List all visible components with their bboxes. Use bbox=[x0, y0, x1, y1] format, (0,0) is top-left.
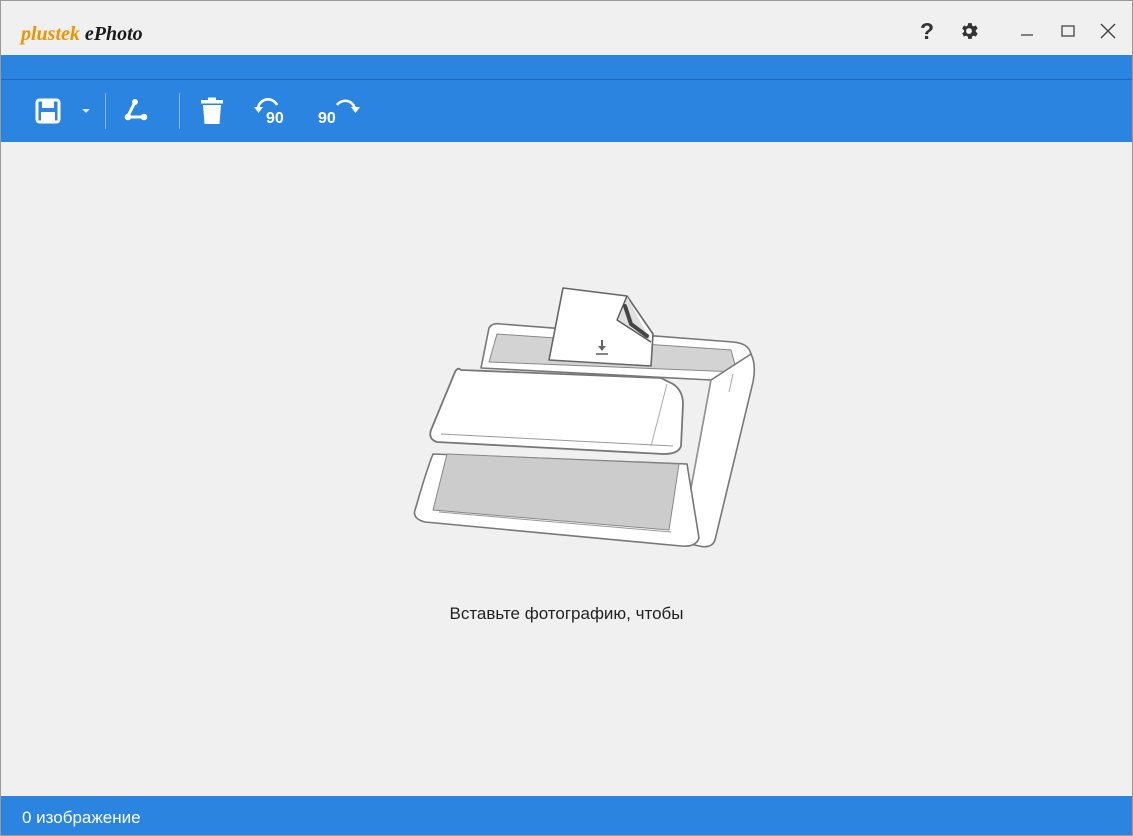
logo-brand-part-2: tek bbox=[55, 23, 80, 45]
rotate-left-button[interactable]: 90 bbox=[253, 91, 299, 131]
minimize-button[interactable] bbox=[1013, 17, 1041, 45]
logo-app-name: ePhoto bbox=[84, 23, 143, 45]
insert-photo-prompt: Вставьте фотографию, чтобы bbox=[449, 604, 684, 623]
save-button[interactable] bbox=[31, 91, 65, 131]
app-logo: plustek ePhoto bbox=[21, 22, 143, 46]
maximize-button[interactable] bbox=[1054, 17, 1082, 45]
scanner-illustration bbox=[413, 287, 756, 548]
save-icon bbox=[35, 98, 61, 124]
save-dropdown-button[interactable] bbox=[77, 91, 95, 131]
rotate-right-label: 90 bbox=[318, 110, 336, 126]
maximize-icon bbox=[1061, 25, 1075, 37]
status-bar: 0 изображение bbox=[1, 796, 1132, 835]
minimize-icon bbox=[1021, 34, 1033, 36]
settings-button[interactable] bbox=[955, 17, 983, 45]
toolbar: 90 90 bbox=[1, 55, 1132, 142]
share-button[interactable] bbox=[119, 91, 153, 131]
close-button[interactable] bbox=[1094, 17, 1122, 45]
dropdown-arrow-icon bbox=[82, 109, 90, 113]
rotate-left-90-icon: 90 bbox=[254, 98, 284, 126]
share-icon bbox=[124, 99, 148, 121]
help-icon: ? bbox=[919, 17, 935, 44]
trash-icon bbox=[201, 97, 223, 124]
toolbar-separator bbox=[179, 93, 180, 129]
toolbar-separator bbox=[105, 93, 106, 129]
app-window: plustek ePhoto ? 90 90 Вставьте фотограф… bbox=[0, 0, 1133, 836]
logo-brand-part-1: plus bbox=[21, 23, 56, 45]
gear-icon bbox=[962, 23, 978, 39]
toolbar-divider-line bbox=[1, 79, 1132, 80]
rotate-right-button[interactable]: 90 bbox=[315, 91, 361, 131]
help-button[interactable]: ? bbox=[913, 17, 941, 45]
close-icon bbox=[1100, 23, 1116, 39]
delete-button[interactable] bbox=[195, 91, 229, 131]
title-bar: plustek ePhoto ? bbox=[1, 1, 1132, 55]
main-area: Вставьте фотографию, чтобы bbox=[1, 142, 1132, 796]
rotate-left-label: 90 bbox=[266, 110, 284, 126]
rotate-right-90-icon: 90 bbox=[318, 99, 360, 126]
image-count-status: 0 изображение bbox=[22, 808, 141, 827]
